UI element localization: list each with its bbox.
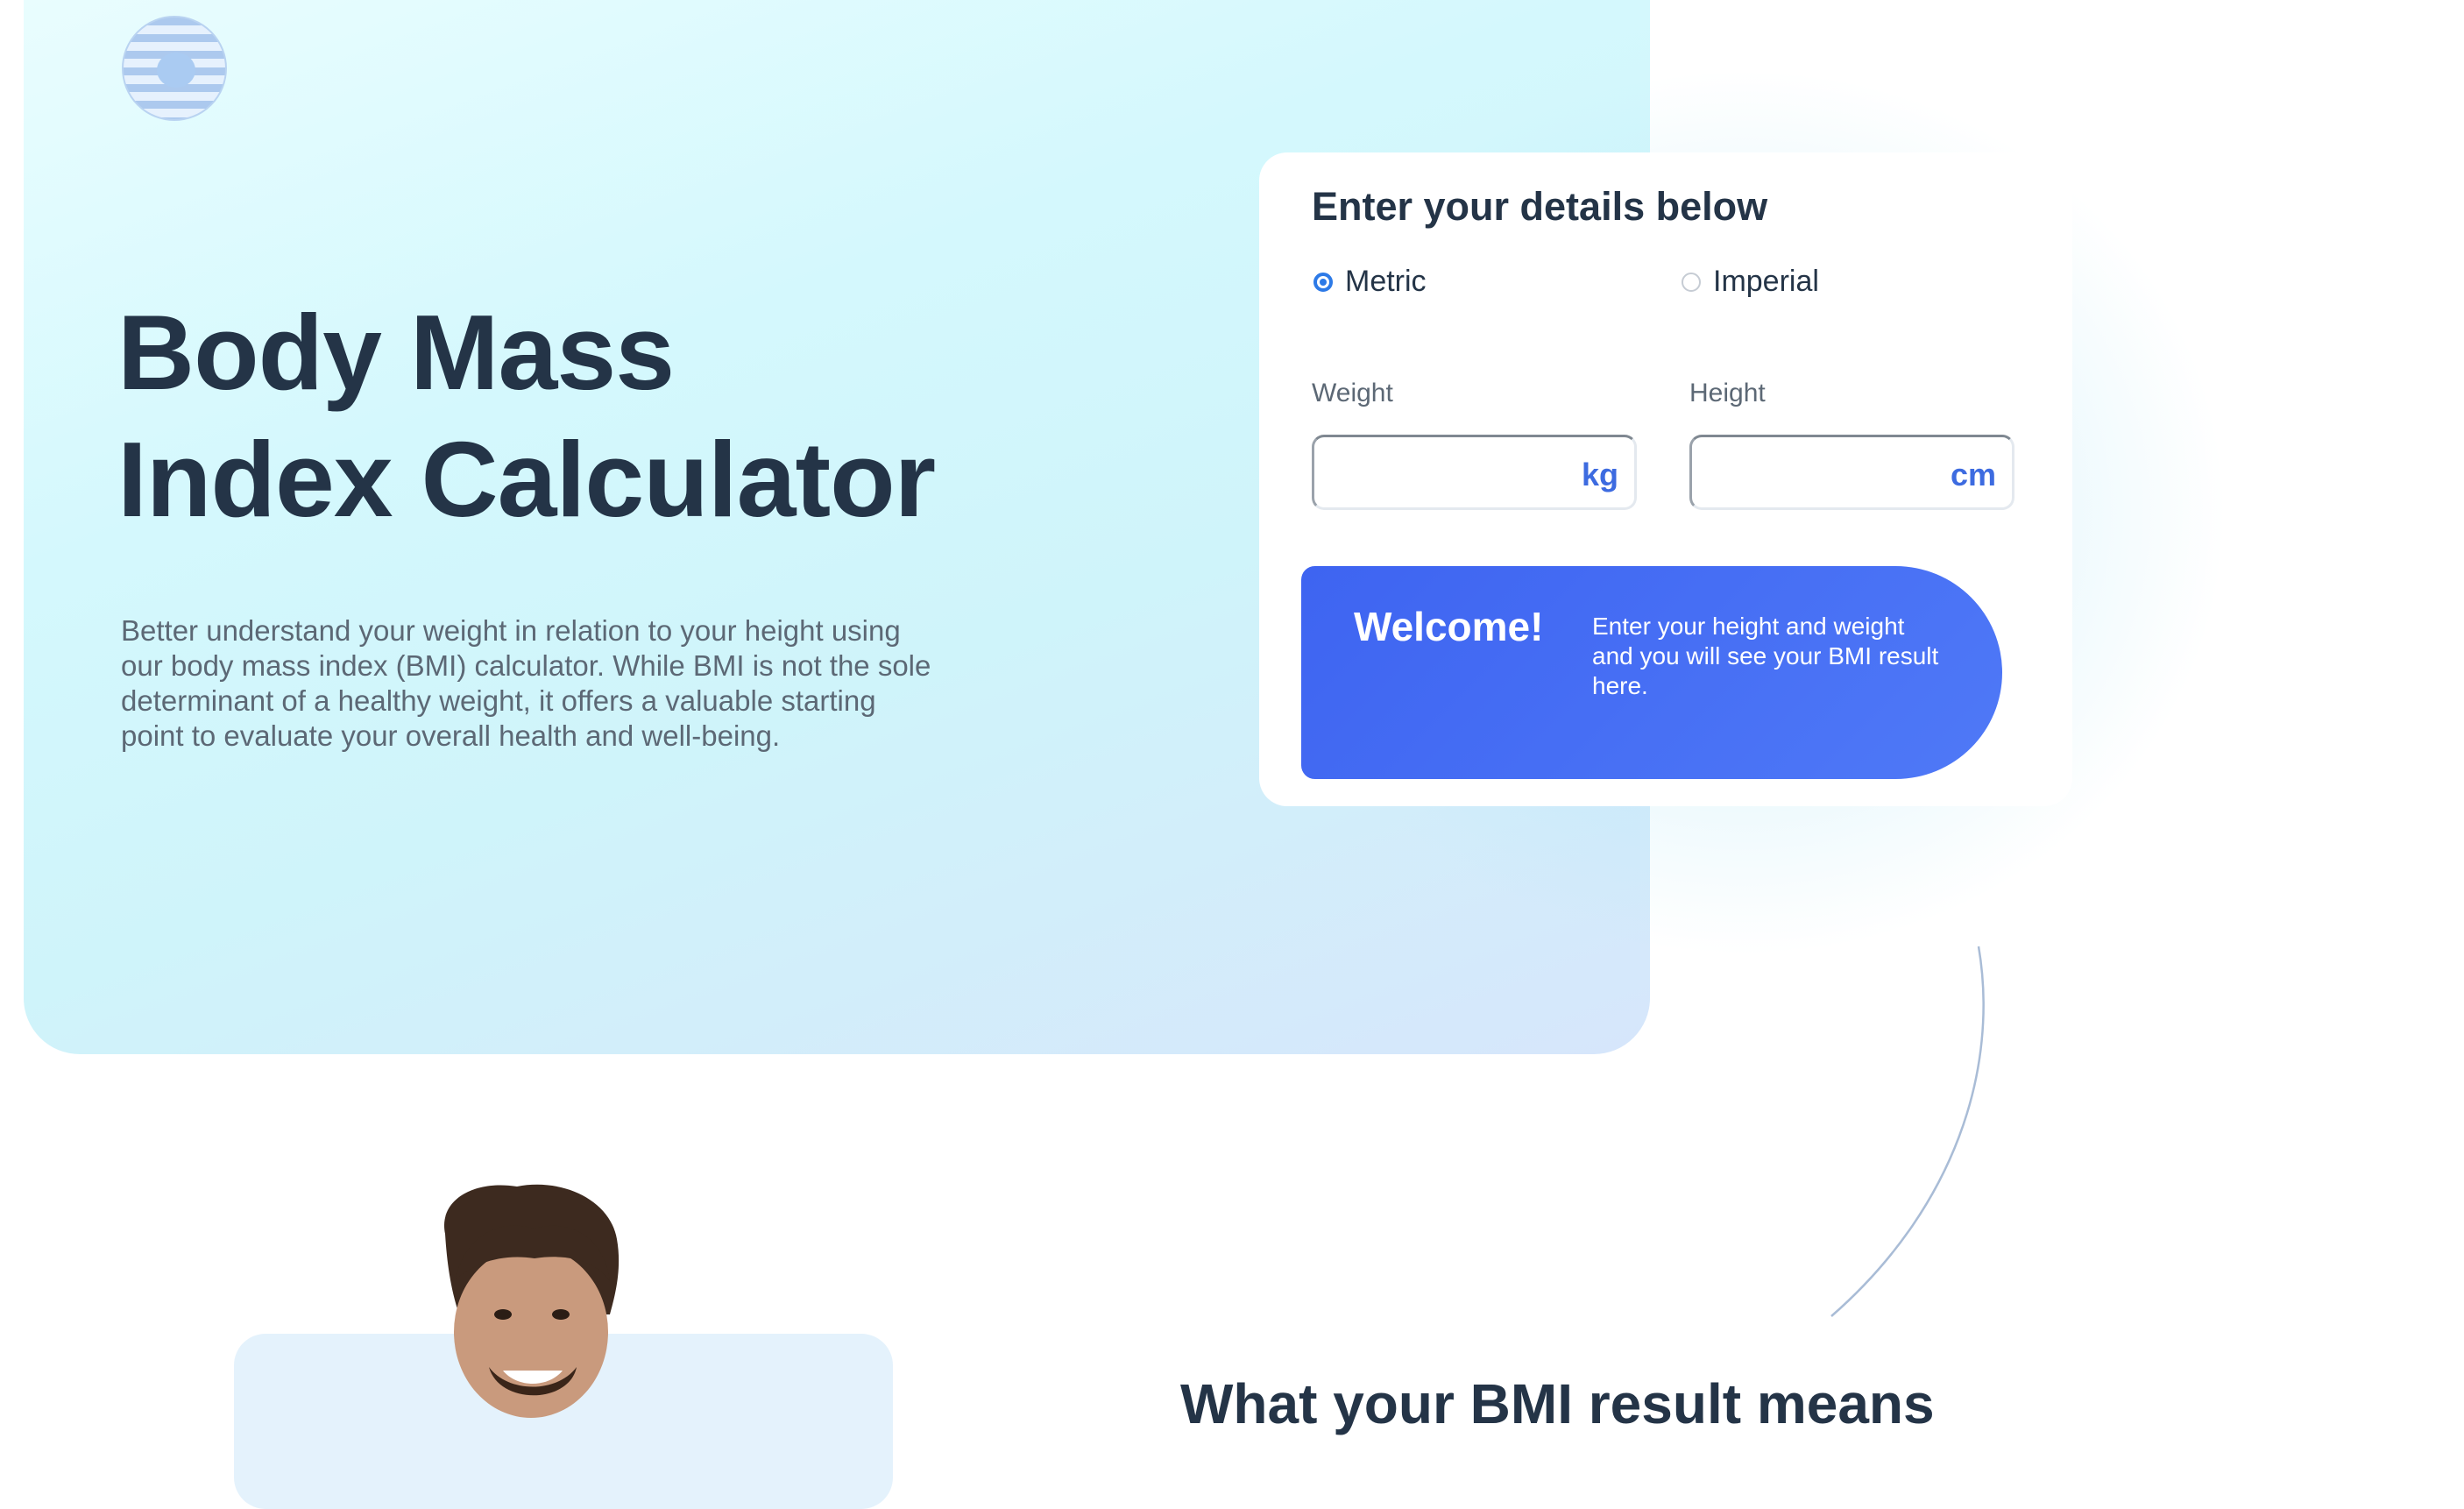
imperial-radio[interactable]: Imperial [1682, 265, 1819, 299]
weight-unit: kg [1581, 457, 1618, 492]
intro-line-2: our body mass index (BMI) calculator. Wh… [121, 649, 931, 682]
radio-empty-icon[interactable] [1682, 272, 1701, 292]
radio-selected-icon[interactable] [1313, 272, 1333, 292]
page-title-line-2: Index Calculator [117, 420, 936, 539]
logo-dot [157, 53, 195, 88]
weight-field[interactable]: kg [1312, 435, 1637, 510]
imperial-radio-label: Imperial [1713, 265, 1819, 298]
decorative-arc [1830, 946, 1985, 1317]
section-heading: What your BMI result means [1180, 1372, 1935, 1435]
person-photo [443, 1184, 620, 1418]
calculator-title: Enter your details below [1312, 184, 1768, 229]
weight-label: Weight [1312, 379, 1393, 407]
metric-radio[interactable]: Metric [1313, 265, 1427, 299]
page-title: Body Mass Index Calculator [117, 289, 936, 543]
height-input[interactable] [1704, 448, 1900, 499]
height-field[interactable]: cm [1689, 435, 2014, 510]
bmi-result-banner: Welcome! Enter your height and weight an… [1301, 566, 2002, 779]
height-unit: cm [1950, 457, 1996, 492]
logo-icon[interactable] [122, 16, 227, 121]
intro-text: Better understand your weight in relatio… [121, 613, 997, 754]
metric-radio-label: Metric [1345, 265, 1427, 298]
intro-line-1: Better understand your weight in relatio… [121, 614, 901, 647]
intro-line-4: point to evaluate your overall health an… [121, 719, 781, 752]
result-message: Enter your height and weight and you wil… [1592, 613, 1939, 699]
height-label: Height [1689, 379, 1766, 407]
weight-input[interactable] [1327, 448, 1522, 499]
intro-line-3: determinant of a healthy weight, it offe… [121, 684, 876, 717]
bmi-calculator-card: Enter your details below Metric Imperial… [1259, 152, 2072, 806]
result-heading: Welcome! [1354, 604, 1544, 649]
page-title-line-1: Body Mass [117, 293, 675, 412]
